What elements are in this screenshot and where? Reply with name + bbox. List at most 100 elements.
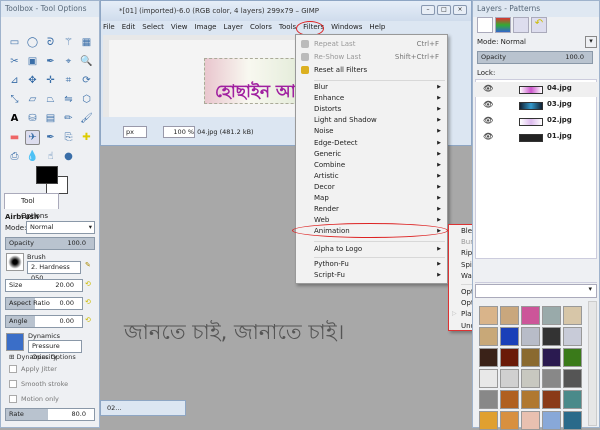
pattern-swatch[interactable] <box>521 369 540 388</box>
rotate-tool-icon[interactable]: ⟳ <box>79 73 94 88</box>
pattern-swatch[interactable] <box>563 390 582 409</box>
brush-preview[interactable] <box>6 253 24 271</box>
color-select-tool-icon[interactable]: ▦ <box>79 35 94 50</box>
menu-item-enhance[interactable]: Enhance ▶ <box>314 93 443 104</box>
pattern-swatch[interactable] <box>500 327 519 346</box>
layer-row[interactable]: 👁 02.jpg <box>475 114 597 129</box>
cage-tool-icon[interactable]: ⬡ <box>79 92 94 107</box>
menu-item-render[interactable]: Render ▶ <box>314 204 443 215</box>
menu-file[interactable]: File <box>103 23 115 31</box>
aspect-ratio-slider[interactable]: Aspect Ratio 0.00 <box>5 297 83 310</box>
pencil-tool-icon[interactable]: ✏ <box>61 111 76 126</box>
menu-layer[interactable]: Layer <box>223 23 243 31</box>
pattern-swatch[interactable] <box>479 348 498 367</box>
unit-select[interactable]: px <box>123 126 147 138</box>
menu-tools[interactable]: Tools <box>279 23 296 31</box>
reset-aspect-icon[interactable]: ⟲ <box>85 298 91 306</box>
eye-icon[interactable]: 👁 <box>483 100 493 109</box>
pattern-swatch[interactable] <box>500 390 519 409</box>
airbrush-tool-icon[interactable]: ✈ <box>25 130 40 145</box>
pattern-swatch[interactable] <box>542 369 561 388</box>
menu-item-map[interactable]: Map ▶ <box>314 193 443 204</box>
minimized-image-window[interactable]: 02... <box>100 400 186 416</box>
perspective-tool-icon[interactable]: ⏢ <box>43 92 58 107</box>
move-tool-icon[interactable]: ✥ <box>25 73 40 88</box>
measure-tool-icon[interactable]: ⊿ <box>7 73 22 88</box>
heal-tool-icon[interactable]: ✚ <box>79 130 94 145</box>
eye-icon[interactable]: 👁 <box>483 116 493 125</box>
menu-item-repeat-last[interactable]: Repeat Last Ctrl+F <box>314 39 443 50</box>
rect-select-tool-icon[interactable]: ▭ <box>7 35 22 50</box>
menu-item-distorts[interactable]: Distorts ▶ <box>314 104 443 115</box>
close-button[interactable]: × <box>453 5 467 15</box>
pattern-swatch[interactable] <box>542 390 561 409</box>
paintbrush-tool-icon[interactable]: 🖌 <box>79 111 94 126</box>
menu-item-edge-detect[interactable]: Edge-Detect ▶ <box>314 138 443 149</box>
scale-tool-icon[interactable]: ⤡ <box>7 92 22 107</box>
smooth-stroke-checkbox[interactable]: Smooth stroke <box>9 380 68 388</box>
pattern-swatch[interactable] <box>479 327 498 346</box>
pattern-swatch[interactable] <box>479 411 498 430</box>
pattern-swatch[interactable] <box>563 348 582 367</box>
reset-size-icon[interactable]: ⟲ <box>85 280 91 288</box>
tab-channels[interactable] <box>495 17 511 33</box>
edit-brush-icon[interactable]: ✎ <box>85 261 91 269</box>
menu-item-combine[interactable]: Combine ▶ <box>314 160 443 171</box>
brush-field[interactable]: 2. Hardness 050 <box>27 261 81 282</box>
align-tool-icon[interactable]: ✛ <box>43 73 58 88</box>
pattern-swatch[interactable] <box>563 411 582 430</box>
color-picker-tool-icon[interactable]: ⌖ <box>61 54 76 69</box>
menu-windows[interactable]: Windows <box>331 23 362 31</box>
image-canvas[interactable]: হোছাইন আ <box>103 35 314 117</box>
eye-icon[interactable]: 👁 <box>483 84 493 93</box>
menu-item-artistic[interactable]: Artistic ▶ <box>314 171 443 182</box>
pattern-swatch[interactable] <box>521 411 540 430</box>
chevron-down-icon[interactable]: ▾ <box>585 36 597 48</box>
pattern-swatch[interactable] <box>500 348 519 367</box>
apply-jitter-checkbox[interactable]: Apply Jitter <box>9 365 57 373</box>
smudge-tool-icon[interactable]: ☝ <box>43 149 58 164</box>
menu-item-generic[interactable]: Generic ▶ <box>314 149 443 160</box>
menu-help[interactable]: Help <box>369 23 385 31</box>
scissors-tool-icon[interactable]: ✂ <box>7 54 22 69</box>
menu-item-light-and-shadow[interactable]: Light and Shadow ▶ <box>314 115 443 126</box>
clone-tool-icon[interactable]: ⎘ <box>61 130 76 145</box>
menu-item-reset-all-filters[interactable]: Reset all Filters <box>314 65 443 76</box>
tab-paths[interactable] <box>513 17 529 33</box>
foreground-select-tool-icon[interactable]: ▣ <box>25 54 40 69</box>
menu-item-script[interactable]: Script-Fu ▶ <box>314 270 443 281</box>
blur-tool-icon[interactable]: 💧 <box>25 149 40 164</box>
text-tool-icon[interactable]: A <box>7 111 22 126</box>
fuzzy-select-tool-icon[interactable]: ⚚ <box>61 35 76 50</box>
tab-tool-options[interactable]: Tool Options <box>4 193 59 220</box>
dynamics-preview[interactable] <box>6 333 24 351</box>
maximize-button[interactable]: □ <box>437 5 451 15</box>
pattern-swatch[interactable] <box>542 348 561 367</box>
pattern-swatch[interactable] <box>563 369 582 388</box>
pattern-swatch[interactable] <box>500 411 519 430</box>
pattern-swatch[interactable] <box>563 306 582 325</box>
menu-item-blur[interactable]: Blur ▶ <box>314 82 443 93</box>
layer-row[interactable]: 👁 01.jpg <box>475 130 597 145</box>
shear-tool-icon[interactable]: ▱ <box>25 92 40 107</box>
pattern-swatch[interactable] <box>521 348 540 367</box>
dodge-burn-tool-icon[interactable]: ● <box>61 149 76 164</box>
layer-row[interactable]: 👁 04.jpg <box>475 82 597 97</box>
free-select-tool-icon[interactable]: ᘐ <box>43 35 58 50</box>
menu-item-re-show-last[interactable]: Re-Show Last Shift+Ctrl+F <box>314 52 443 63</box>
ellipse-select-tool-icon[interactable]: ◯ <box>25 35 40 50</box>
perspective-clone-tool-icon[interactable]: ⎙ <box>7 149 22 164</box>
minimize-button[interactable]: – <box>421 5 435 15</box>
crop-tool-icon[interactable]: ⌗ <box>61 73 76 88</box>
foreground-color-swatch[interactable] <box>36 166 58 184</box>
pattern-swatch[interactable] <box>500 369 519 388</box>
blend-tool-icon[interactable]: ▤ <box>43 111 58 126</box>
menu-colors[interactable]: Colors <box>250 23 272 31</box>
layer-row[interactable]: 👁 03.jpg <box>475 98 597 113</box>
pattern-swatch[interactable] <box>521 390 540 409</box>
tab-undo[interactable]: ↶ <box>531 17 547 33</box>
dynamics-field[interactable]: Pressure Opacity <box>28 340 82 361</box>
motion-only-checkbox[interactable]: Motion only <box>9 395 59 403</box>
menu-item-python[interactable]: Python-Fu ▶ <box>314 259 443 270</box>
zoom-select[interactable]: 100 % <box>163 126 196 138</box>
